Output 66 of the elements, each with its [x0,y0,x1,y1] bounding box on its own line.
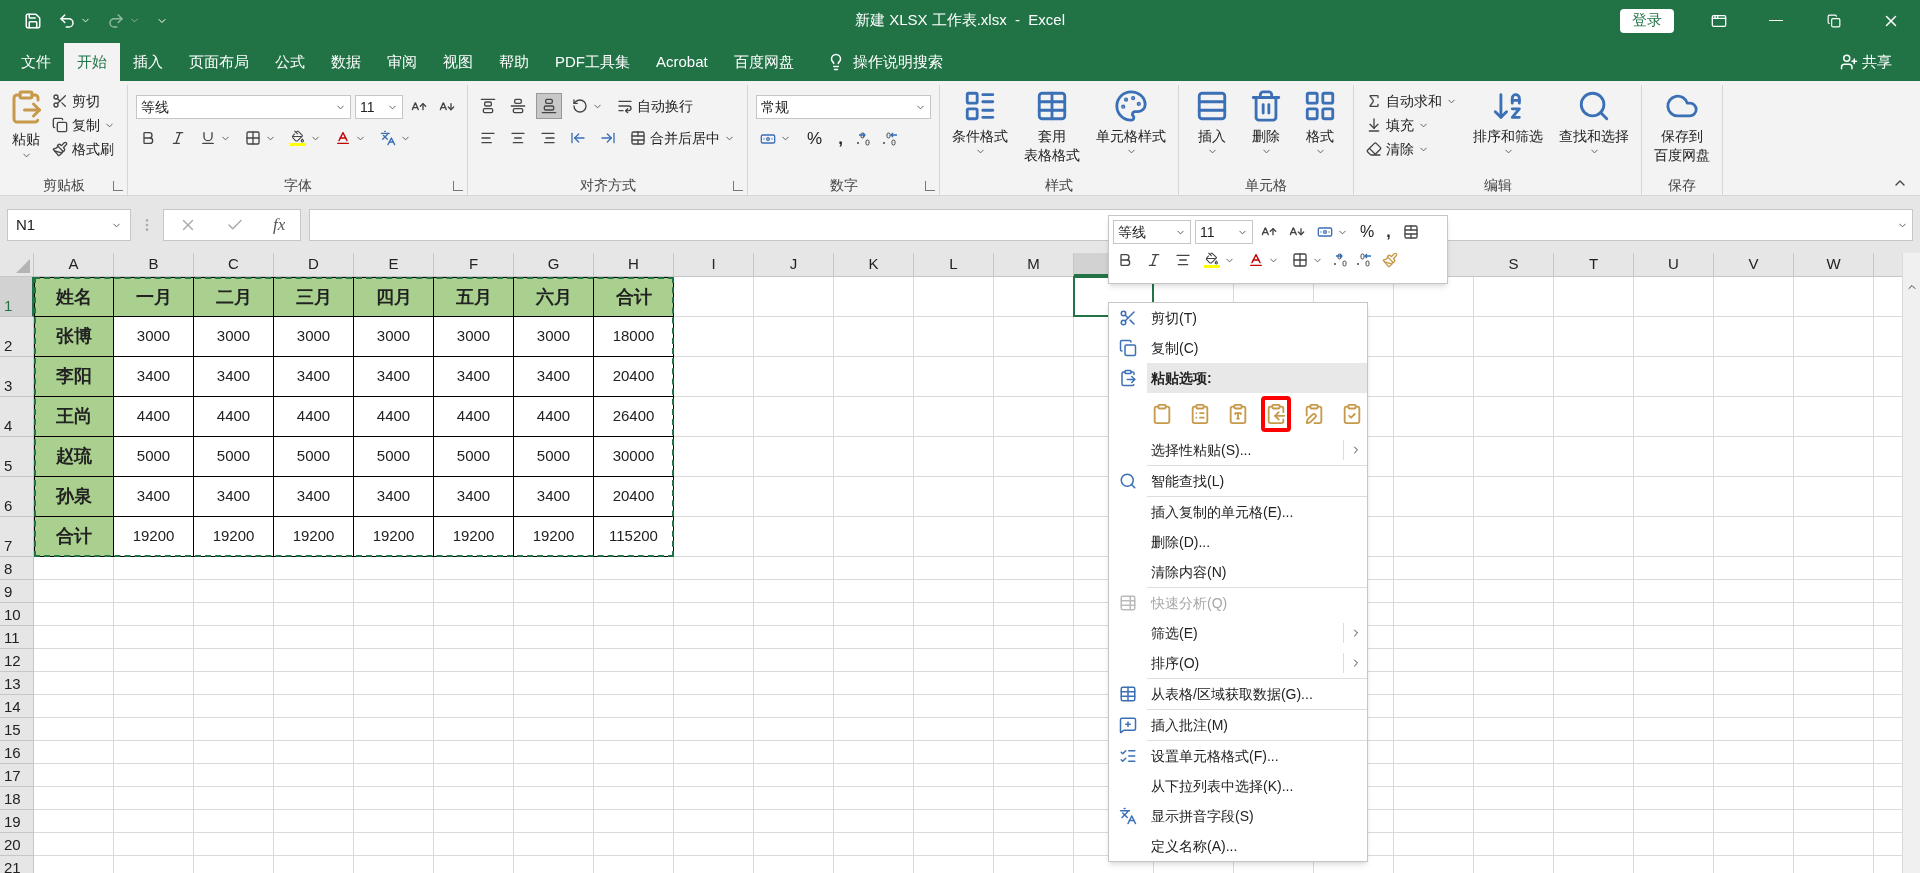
table-cell: 二月 [194,277,274,317]
table-cell: 3000 [514,317,594,357]
table-cell: 3400 [434,357,514,397]
group-label: 剪贴板 [42,175,85,195]
table-cell: 19200 [354,517,434,557]
table-cell: 三月 [274,277,354,317]
table-cell: 孙泉 [34,477,114,517]
table-cell: 115200 [594,517,674,557]
table-cell: 张博 [34,317,114,357]
table-cell: 18000 [594,317,674,357]
table-cell: 4400 [434,397,514,437]
group-label: 单元格 [1245,175,1287,195]
table-cell: 4400 [514,397,594,437]
table-cell: 五月 [434,277,514,317]
table-cell: 3400 [514,357,594,397]
table-cell: 3400 [354,477,434,517]
table-cell: 3000 [274,317,354,357]
table-cell: 3400 [194,357,274,397]
table-cell: 一月 [114,277,194,317]
table-cell: 3400 [354,357,434,397]
table-cell: 3400 [114,477,194,517]
table-cell: 5000 [354,437,434,477]
group-label: 保存 [1668,175,1696,195]
table-cell: 姓名 [34,277,114,317]
table-cell: 30000 [594,437,674,477]
group-label: 字体 [283,175,312,195]
menu-item: 快速分析(Q) [1109,588,1367,618]
table-cell: 26400 [594,397,674,437]
table-cell: 四月 [354,277,434,317]
table-cell: 5000 [114,437,194,477]
table-cell: 19200 [274,517,354,557]
table-cell: 3000 [114,317,194,357]
table-cell: 20400 [594,477,674,517]
table-cell: 合计 [34,517,114,557]
table-cell: 3400 [434,477,514,517]
table-cell: 3000 [354,317,434,357]
group-label: 样式 [1045,175,1073,195]
table-cell: 19200 [194,517,274,557]
table-cell: 3000 [194,317,274,357]
table-cell: 李阳 [34,357,114,397]
table-cell: 19200 [114,517,194,557]
table-cell: 5000 [434,437,514,477]
table-cell: 19200 [434,517,514,557]
table-cell: 3000 [434,317,514,357]
table-cell: 3400 [114,357,194,397]
group-label: 对齐方式 [579,175,636,195]
table-cell: 六月 [514,277,594,317]
table-cell: 5000 [514,437,594,477]
table-cell: 赵琉 [34,437,114,477]
table-cell: 5000 [274,437,354,477]
table-cell: 3400 [514,477,594,517]
table-cell: 王尚 [34,397,114,437]
table-cell: 19200 [514,517,594,557]
table-cell: 4400 [354,397,434,437]
table-cell: 4400 [114,397,194,437]
group-label: 编辑 [1483,175,1512,195]
table-cell: 3400 [274,477,354,517]
table-cell: 5000 [194,437,274,477]
table-cell: 4400 [194,397,274,437]
table-cell: 合计 [594,277,674,317]
group-label: 数字 [829,175,858,195]
table-cell: 20400 [594,357,674,397]
window-title: 新建 XLSX 工作表.xlsx - Excel [854,10,1065,31]
table-cell: 3400 [194,477,274,517]
table-cell: 4400 [274,397,354,437]
table-cell: 3400 [274,357,354,397]
